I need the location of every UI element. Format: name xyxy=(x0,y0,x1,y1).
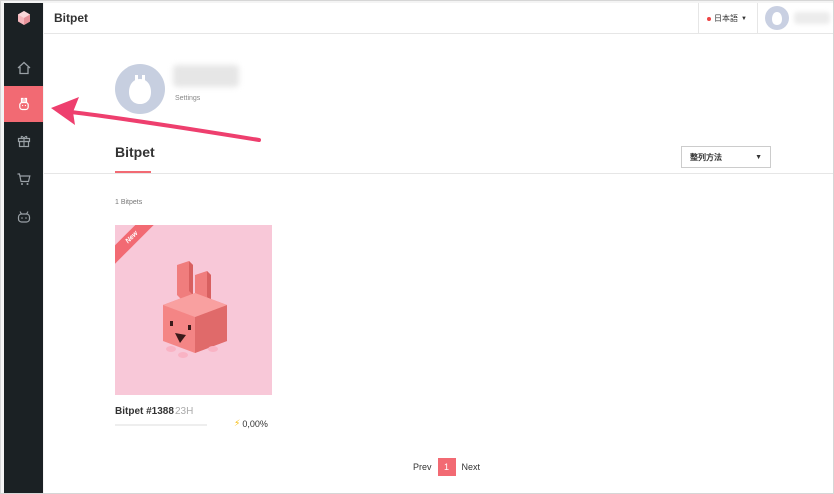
sort-label: 整列方法 xyxy=(690,152,722,162)
sidebar-item-gift[interactable] xyxy=(4,123,43,159)
profile-avatar[interactable] xyxy=(115,64,165,114)
top-bar: Bitpet 日本語 ▼ xyxy=(44,3,833,34)
app-logo[interactable] xyxy=(4,3,43,33)
sidebar-item-shop[interactable] xyxy=(4,161,43,197)
bitpet-progress-bar xyxy=(115,424,207,426)
bitpet-card-image[interactable]: New xyxy=(115,225,272,395)
main-content: Bitpet 日本語 ▼ Settings Bitpet 整列方法 ▼ 1 Bi… xyxy=(44,3,833,493)
avatar-placeholder-icon xyxy=(129,75,151,104)
chevron-down-icon: ▼ xyxy=(741,15,747,22)
bunny-pet-illustration xyxy=(163,261,227,358)
user-name-redacted xyxy=(794,12,830,24)
lightning-icon: ⚡ xyxy=(234,418,241,428)
bitpet-energy: ⚡ 0,00% xyxy=(234,418,268,429)
sidebar-item-bitpet[interactable] xyxy=(4,86,43,122)
home-icon xyxy=(17,61,30,75)
prev-page-button[interactable]: Prev xyxy=(413,462,432,472)
app-title: Bitpet xyxy=(54,11,88,25)
language-label: 日本語 xyxy=(714,14,739,23)
sort-dropdown[interactable]: 整列方法 ▼ xyxy=(681,146,771,168)
energy-value: 0,00% xyxy=(242,418,268,429)
pagination: Prev 1 Next xyxy=(413,458,480,476)
user-menu[interactable] xyxy=(757,3,833,34)
chevron-down-icon: ▼ xyxy=(755,153,762,161)
bitpet-age: 23H xyxy=(175,406,194,417)
bitpet-count: 1 Bitpets xyxy=(115,199,143,206)
language-flag-icon xyxy=(707,16,712,21)
window-frame: Bitpet 日本語 ▼ Settings Bitpet 整列方法 ▼ 1 Bi… xyxy=(0,0,834,494)
bunny-icon xyxy=(18,97,29,111)
gift-icon xyxy=(17,135,30,148)
avatar-placeholder-icon xyxy=(772,12,782,25)
sidebar-item-bot[interactable] xyxy=(4,199,43,235)
cart-icon xyxy=(17,173,31,185)
profile-name-redacted xyxy=(173,65,239,87)
cube-logo-icon xyxy=(17,11,30,25)
language-selector[interactable]: 日本語 ▼ xyxy=(698,3,755,34)
settings-link[interactable]: Settings xyxy=(175,95,200,102)
next-page-button[interactable]: Next xyxy=(462,462,481,472)
divider xyxy=(44,173,833,174)
section-title[interactable]: Bitpet xyxy=(115,144,155,160)
bitpet-name[interactable]: Bitpet #1388 xyxy=(115,406,174,417)
sidebar xyxy=(4,3,43,493)
robot-icon xyxy=(17,211,30,223)
sidebar-item-home[interactable] xyxy=(4,50,43,86)
user-avatar[interactable] xyxy=(765,6,789,30)
page-number-current[interactable]: 1 xyxy=(437,458,456,476)
